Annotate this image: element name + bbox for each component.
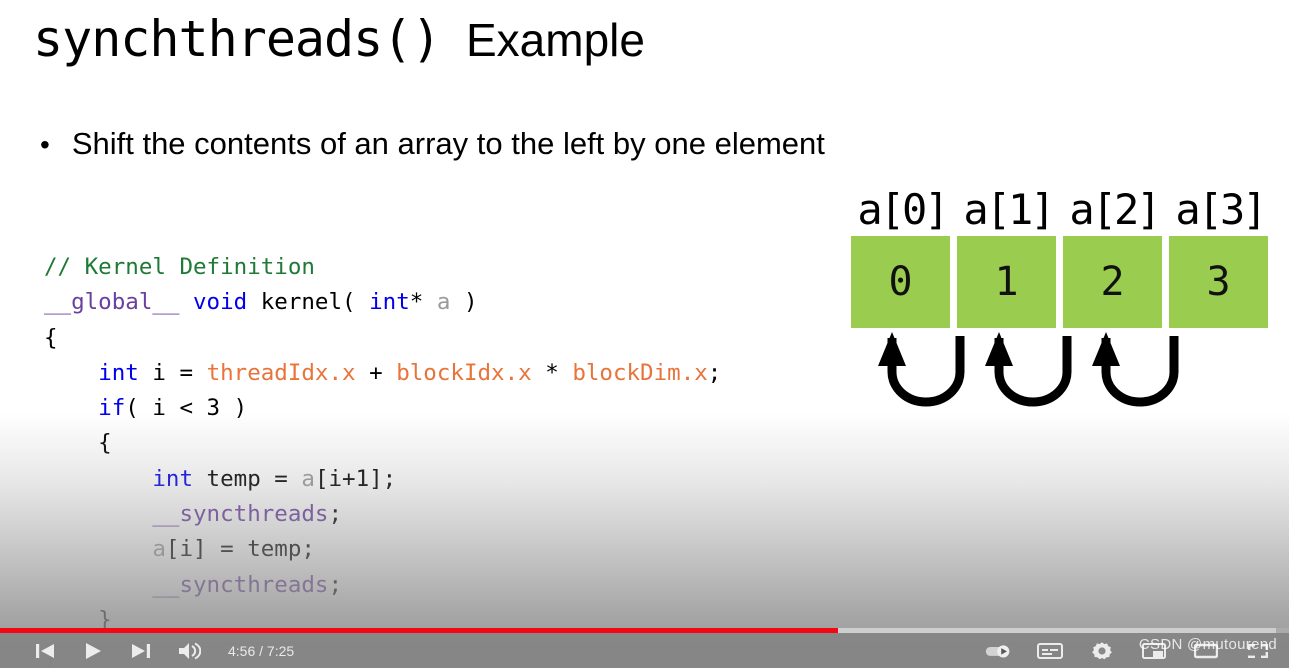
array-index-label: a[2]: [1069, 185, 1161, 234]
code-line: a[i] = temp;: [44, 532, 721, 567]
autoplay-icon: [985, 644, 1010, 657]
code-token: {: [44, 430, 112, 457]
code-line: __syncthreads;: [44, 497, 721, 532]
code-block: // Kernel Definition __global__ void kern…: [44, 250, 721, 668]
code-token: __global__: [44, 289, 180, 316]
array-cell: 0: [851, 236, 950, 328]
array-index-label: a[0]: [857, 185, 949, 234]
gear-icon: [1092, 641, 1112, 659]
shift-arrows: [877, 332, 1217, 427]
title-suffix: Example: [440, 14, 645, 66]
code-line: int temp = a[i+1];: [44, 462, 721, 497]
bullet-marker-icon: •: [40, 129, 50, 160]
code-token: ( i < 3 ): [125, 395, 248, 422]
code-token: kernel(: [247, 289, 370, 316]
csdn-watermark: CSDN @mutourend: [1138, 636, 1277, 653]
volume-button[interactable]: [176, 639, 202, 663]
autoplay-toggle[interactable]: [985, 639, 1011, 663]
code-token: [i] = temp;: [165, 536, 315, 563]
play-icon: [86, 642, 101, 659]
code-line: // Kernel Definition: [44, 250, 721, 285]
skip-next-icon: [132, 643, 150, 658]
subtitles-icon: [1037, 642, 1063, 659]
code-token: {: [44, 324, 58, 351]
code-token: ;: [328, 571, 343, 598]
code-token: a: [152, 536, 166, 563]
code-token: a: [436, 289, 451, 316]
array-cells: 0123: [851, 236, 1268, 328]
code-token: [i+1];: [314, 465, 397, 492]
code-token: if: [98, 395, 126, 422]
time-display: 4:56 / 7:25: [228, 642, 295, 659]
code-token: *: [409, 289, 437, 316]
player-controls-left: 4:56 / 7:25: [0, 639, 294, 663]
code-token: i =: [138, 359, 207, 386]
array-index-labels: a[0] a[1] a[2] a[3]: [849, 186, 1273, 234]
array-index-label: a[3]: [1175, 185, 1267, 234]
code-token: void: [193, 289, 248, 316]
code-token: int: [369, 289, 410, 316]
code-token: +: [355, 359, 397, 386]
skip-previous-icon: [36, 643, 54, 658]
shift-arrows-svg: [878, 332, 1179, 407]
code-token: int: [98, 359, 139, 386]
code-token: __syncthreads: [152, 501, 329, 528]
code-line: int i = threadIdx.x + blockIdx.x * block…: [44, 356, 721, 391]
bullet-item: • Shift the contents of an array to the …: [40, 124, 825, 165]
subtitles-button[interactable]: [1037, 639, 1063, 663]
code-token: threadIdx.x: [206, 359, 356, 386]
volume-icon: [179, 642, 201, 659]
code-token: int: [152, 465, 194, 492]
code-token: ;: [328, 501, 343, 528]
code-token: *: [531, 359, 573, 386]
code-token: __syncthreads: [152, 571, 329, 598]
code-line: {: [44, 426, 721, 461]
bullet-item-label: Shift the contents of an array to the le…: [71, 126, 825, 161]
player-control-bar: 4:56 / 7:25: [0, 628, 1289, 668]
code-token: blockDim.x: [572, 359, 708, 386]
array-cell: 1: [957, 236, 1056, 328]
next-video-button[interactable]: [128, 639, 154, 663]
code-line: if( i < 3 ): [44, 391, 721, 426]
code-token: ): [450, 289, 478, 316]
code-token: // Kernel Definition: [44, 254, 315, 280]
array-diagram: a[0] a[1] a[2] a[3] 0123: [849, 186, 1289, 426]
code-token: blockIdx.x: [396, 359, 532, 386]
code-token: a: [301, 465, 315, 492]
player-controls: 4:56 / 7:25: [0, 633, 1289, 668]
play-button[interactable]: [80, 639, 106, 663]
presentation-slide: synchthreads() Example • Shift the conte…: [0, 0, 1289, 668]
code-line: {: [44, 321, 721, 356]
code-token: temp =: [193, 465, 302, 492]
code-token: ;: [707, 359, 722, 386]
settings-button[interactable]: [1089, 639, 1115, 663]
title-main: synchthreads(): [33, 10, 441, 68]
array-cell: 3: [1169, 236, 1268, 328]
code-line: __syncthreads;: [44, 568, 721, 603]
previous-video-button[interactable]: [32, 639, 58, 663]
array-cell: 2: [1063, 236, 1162, 328]
page-title: synchthreads() Example: [33, 8, 645, 71]
array-index-label: a[1]: [963, 185, 1055, 234]
code-line: __global__ void kernel( int* a ): [44, 285, 721, 320]
video-player-screenshot: synchthreads() Example • Shift the conte…: [0, 0, 1289, 668]
